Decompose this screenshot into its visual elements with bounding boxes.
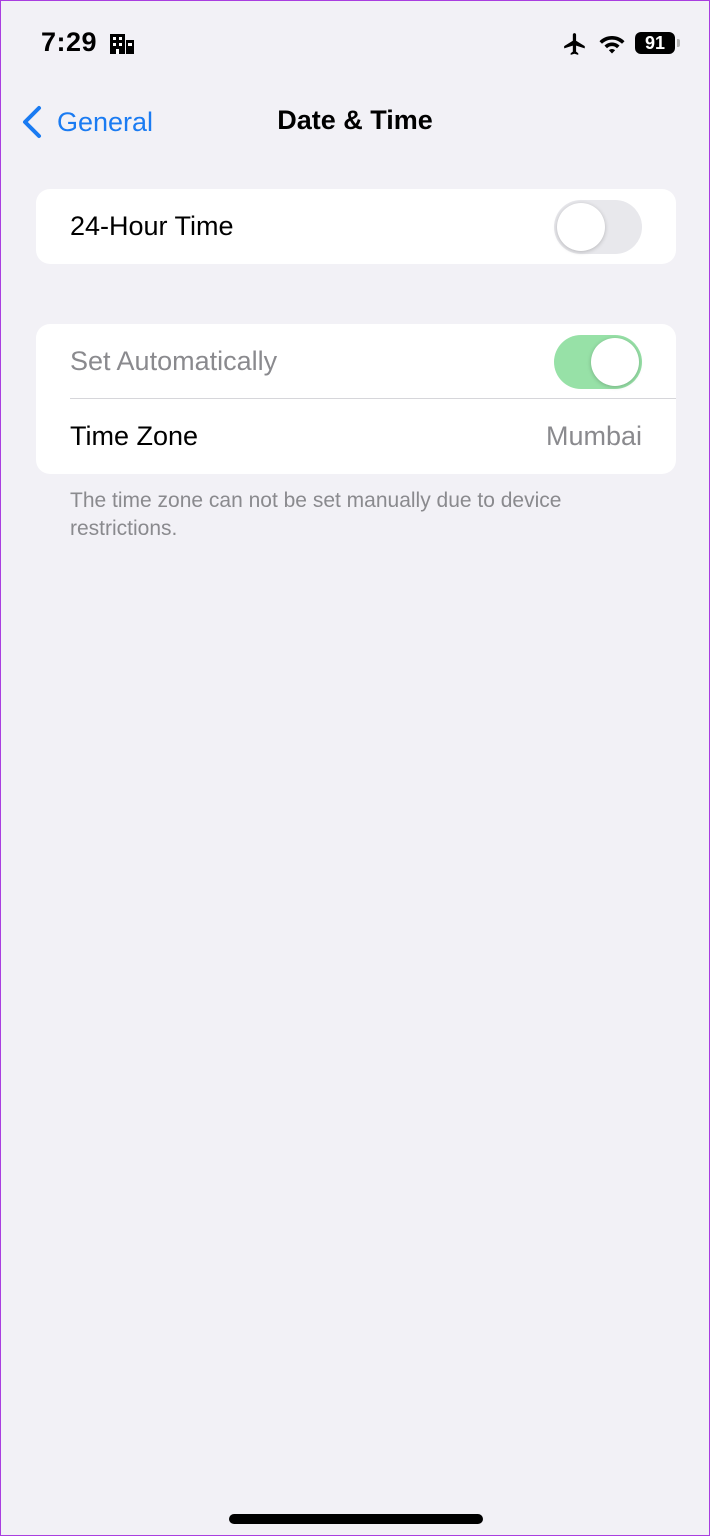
row-label-time-zone: Time Zone	[70, 421, 199, 451]
navigation-bar: General Date & Time	[1, 87, 709, 157]
settings-group-24-hour: 24-Hour Time	[36, 189, 676, 264]
wifi-icon	[599, 36, 625, 54]
settings-group-time: Set Automatically Time Zone Mumbai	[36, 324, 676, 474]
battery-level: 91	[644, 32, 666, 53]
row-set-automatically: Set Automatically	[36, 324, 676, 399]
toggle-set-automatically[interactable]	[554, 335, 642, 389]
row-time-zone[interactable]: Time Zone Mumbai	[36, 399, 676, 474]
toggle-24-hour-time[interactable]	[554, 200, 642, 254]
building-icon	[110, 34, 134, 54]
home-indicator[interactable]	[229, 1514, 483, 1524]
row-24-hour-time: 24-Hour Time	[36, 189, 676, 264]
toggle-knob	[591, 338, 639, 386]
row-label-24-hour-time: 24-Hour Time	[70, 211, 234, 241]
status-bar: 7:29 91	[1, 1, 709, 87]
time-zone-value: Mumbai	[545, 421, 642, 451]
footer-note: The time zone can not be set manually du…	[70, 489, 562, 540]
airplane-icon	[564, 33, 585, 55]
row-label-set-automatically: Set Automatically	[70, 346, 278, 376]
battery-icon: 91	[635, 32, 675, 54]
status-time: 7:29	[41, 27, 98, 57]
toggle-knob	[557, 203, 605, 251]
battery-cap	[677, 39, 680, 47]
page-title: Date & Time	[277, 105, 433, 135]
